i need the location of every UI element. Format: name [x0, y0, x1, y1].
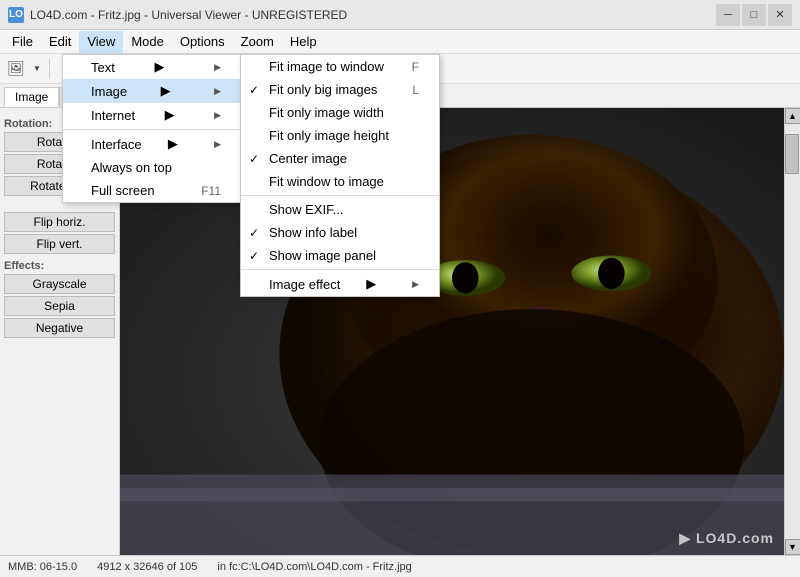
- scrollbar-track[interactable]: [785, 124, 800, 539]
- flip-horiz-btn[interactable]: Flip horiz.: [4, 212, 115, 232]
- fullscreen-shortcut: F11: [201, 184, 221, 198]
- view-text-label: Text: [91, 60, 115, 75]
- menu-help[interactable]: Help: [282, 31, 325, 53]
- view-menu-always-on-top[interactable]: Always on top: [63, 156, 241, 179]
- tab-image[interactable]: Image: [4, 87, 59, 107]
- menu-file[interactable]: File: [4, 31, 41, 53]
- maximize-button[interactable]: □: [742, 4, 766, 26]
- negative-btn[interactable]: Negative: [4, 318, 115, 338]
- fit-only-height[interactable]: Fit only image height: [241, 124, 439, 147]
- status-bar: MMB: 06-15.0 4912 x 32646 of 105 in fc:C…: [0, 555, 800, 577]
- title-bar-left: LO LO4D.com - Fritz.jpg - Universal View…: [8, 7, 347, 23]
- title-bar: LO LO4D.com - Fritz.jpg - Universal View…: [0, 0, 800, 30]
- fit-window-shortcut: F: [412, 60, 419, 74]
- image-effect-arrow: ▶: [366, 276, 376, 292]
- scrollbar-thumb[interactable]: [785, 134, 799, 174]
- submenu-arrow-interface: ▶: [168, 136, 178, 152]
- show-exif[interactable]: Show EXIF...: [241, 198, 439, 221]
- always-on-top-label: Always on top: [91, 160, 172, 175]
- close-button[interactable]: ✕: [768, 4, 792, 26]
- scroll-down-btn[interactable]: ▼: [785, 539, 800, 555]
- view-internet-label: Internet: [91, 108, 135, 123]
- grayscale-btn[interactable]: Grayscale: [4, 274, 115, 294]
- fit-window-image-label: Fit window to image: [269, 174, 384, 189]
- watermark: ▶ LO4D.com: [679, 530, 774, 547]
- view-image-label: Image: [91, 84, 127, 99]
- fit-window-image[interactable]: Fit window to image: [241, 170, 439, 193]
- toolbar-image-btn[interactable]: 🖼: [4, 57, 28, 81]
- view-interface-label: Interface: [91, 137, 142, 152]
- image-sub-sep-2: [241, 269, 439, 270]
- fit-only-big[interactable]: Fit only big images L: [241, 78, 439, 101]
- status-mmb: MMB: 06-15.0: [8, 561, 77, 573]
- show-image-panel[interactable]: Show image panel: [241, 244, 439, 267]
- fit-big-shortcut: L: [412, 83, 419, 97]
- scroll-up-btn[interactable]: ▲: [785, 108, 800, 124]
- center-image-label: Center image: [269, 151, 347, 166]
- show-exif-label: Show EXIF...: [269, 202, 343, 217]
- minimize-button[interactable]: ─: [716, 4, 740, 26]
- fit-image-window[interactable]: Fit image to window F: [241, 55, 439, 78]
- toolbar-dropdown-btn[interactable]: ▼: [30, 57, 44, 81]
- image-submenu[interactable]: Fit image to window F Fit only big image…: [240, 54, 440, 297]
- show-info-label-text: Show info label: [269, 225, 357, 240]
- image-effect-label: Image effect: [269, 277, 340, 292]
- flip-vert-btn[interactable]: Flip vert.: [4, 234, 115, 254]
- toolbar-sep-1: [49, 59, 50, 79]
- fit-image-window-label: Fit image to window: [269, 59, 384, 74]
- center-image[interactable]: Center image: [241, 147, 439, 170]
- submenu-arrow-image: ▶: [161, 83, 171, 99]
- sepia-btn[interactable]: Sepia: [4, 296, 115, 316]
- submenu-arrow-internet: ▶: [165, 107, 175, 123]
- image-sub-sep-1: [241, 195, 439, 196]
- view-menu-image[interactable]: Image ▶: [63, 79, 241, 103]
- fit-only-width[interactable]: Fit only image width: [241, 101, 439, 124]
- show-image-panel-label: Show image panel: [269, 248, 376, 263]
- submenu-arrow: ▶: [154, 59, 164, 75]
- status-path: in fc:C:\LO4D.com\LO4D.com - Fritz.jpg: [217, 561, 411, 573]
- fit-only-height-label: Fit only image height: [269, 128, 389, 143]
- image-effect[interactable]: Image effect ▶: [241, 272, 439, 296]
- view-menu-fullscreen[interactable]: Full screen F11: [63, 179, 241, 202]
- window-controls: ─ □ ✕: [716, 4, 792, 26]
- menu-zoom[interactable]: Zoom: [233, 31, 282, 53]
- view-menu-internet[interactable]: Internet ▶: [63, 103, 241, 127]
- menu-bar: File Edit View Mode Options Zoom Help: [0, 30, 800, 54]
- view-menu-text[interactable]: Text ▶: [63, 55, 241, 79]
- view-menu-dropdown[interactable]: Text ▶ Image ▶ Internet ▶ Interface ▶ Al…: [62, 54, 242, 203]
- app-icon: LO: [8, 7, 24, 23]
- menu-options[interactable]: Options: [172, 31, 233, 53]
- menu-view[interactable]: View: [79, 31, 123, 53]
- fit-only-width-label: Fit only image width: [269, 105, 384, 120]
- menu-mode[interactable]: Mode: [123, 31, 172, 53]
- window-title: LO4D.com - Fritz.jpg - Universal Viewer …: [30, 8, 347, 22]
- view-menu-interface[interactable]: Interface ▶: [63, 132, 241, 156]
- fit-only-big-label: Fit only big images: [269, 82, 377, 97]
- scrollbar: ▲ ▼: [784, 108, 800, 555]
- status-dimensions: 4912 x 32646 of 105: [97, 561, 197, 573]
- show-info-label[interactable]: Show info label: [241, 221, 439, 244]
- fullscreen-label: Full screen: [91, 183, 155, 198]
- view-sep-1: [63, 129, 241, 130]
- effects-label: Effects:: [4, 260, 115, 272]
- menu-edit[interactable]: Edit: [41, 31, 79, 53]
